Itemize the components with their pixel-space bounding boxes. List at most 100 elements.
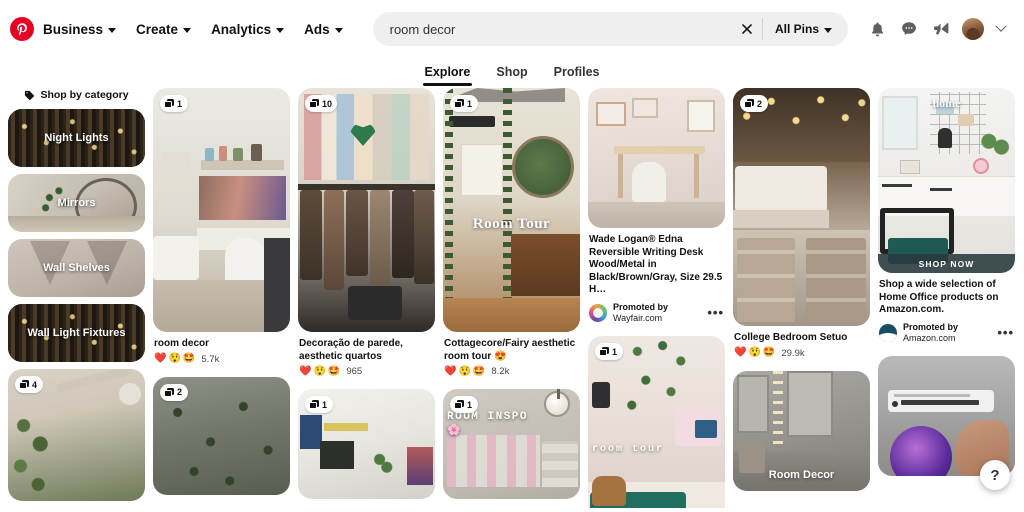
pin-card[interactable]: 2 College Bedroom Setuo ❤️ 😲 🤩 29.9k (733, 88, 870, 359)
advertiser-name: Amazon.com (903, 332, 956, 343)
reaction-emoji: 😲 (748, 347, 761, 358)
search-input[interactable] (372, 21, 732, 37)
pin-column-4: 1 Room Tour Cottagecore/Fairy aesthetic … (443, 88, 580, 508)
pin-title: room decor (154, 338, 210, 349)
pin-count-value: 1 (612, 346, 618, 357)
avatar[interactable] (958, 14, 988, 44)
pin-count-value: 2 (757, 98, 763, 109)
tab-explore[interactable]: Explore (422, 65, 473, 86)
pin-count-badge: 1 (305, 396, 333, 413)
help-button[interactable]: ? (980, 460, 1010, 490)
pin-card[interactable]: Room Decor (733, 370, 870, 491)
content-tabs: Explore Shop Profiles (0, 58, 1024, 88)
reaction-count: 29.9k (781, 347, 805, 359)
tab-profiles-label: Profiles (553, 65, 600, 79)
tab-shop[interactable]: Shop (496, 65, 527, 86)
all-pins-filter[interactable]: All Pins (763, 22, 842, 36)
pin-image[interactable]: 1 Room Tour (443, 88, 580, 332)
pin-count-badge: 10 (305, 95, 338, 112)
pin-image[interactable]: 1 (298, 389, 435, 499)
category-card-mirrors[interactable]: Mirrors (8, 174, 145, 232)
pin-overlay-text: room tour (592, 444, 665, 455)
pin-image[interactable]: home SHOP NOW (878, 88, 1015, 273)
pin-image[interactable]: 10 (298, 88, 435, 332)
chevron-down-icon (108, 27, 117, 33)
megaphone-icon[interactable] (926, 14, 956, 44)
promoted-pin-card-wayfair[interactable]: Wade Logan® Edna Reversible Writing Desk… (588, 88, 725, 324)
nav-item-ads-label: Ads (304, 21, 330, 37)
chat-icon[interactable] (894, 14, 924, 44)
pin-count-value: 1 (177, 98, 183, 109)
shop-by-category-column: Shop by category Night Lights Mirrors Wa… (8, 88, 145, 508)
pin-image[interactable]: 1 room tour (588, 336, 725, 508)
pin-image[interactable]: 1 (153, 88, 290, 332)
tab-explore-label: Explore (424, 65, 471, 79)
nav-item-analytics-label: Analytics (211, 21, 272, 37)
shop-now-button[interactable]: SHOP NOW (878, 254, 1015, 273)
pin-image[interactable]: 1 ROOM INSPO 🌸 (443, 389, 580, 499)
pin-more-options-icon[interactable]: ••• (993, 325, 1014, 340)
tab-profiles[interactable]: Profiles (554, 65, 600, 86)
category-label: Wall Light Fixtures (27, 327, 126, 339)
pin-count-badge: 1 (450, 396, 478, 413)
user-avatar-image (962, 18, 984, 40)
chevron-down-icon (824, 27, 832, 33)
pin-more-options-icon[interactable]: ••• (703, 305, 724, 320)
pin-card[interactable]: 1 Room Tour Cottagecore/Fairy aesthetic … (443, 88, 580, 377)
pin-card[interactable]: 2 (153, 376, 290, 495)
pin-image[interactable]: 4 (8, 369, 145, 501)
promoted-by-text: Promoted by Amazon.com (903, 322, 993, 345)
reaction-emoji: 😲 (458, 365, 471, 377)
top-navigation-bar: Business Create Analytics Ads All Pins (0, 0, 1024, 58)
promoted-by-row: Promoted by Wayfair.com ••• (589, 302, 724, 325)
reaction-emoji: 🤩 (472, 365, 486, 377)
nav-item-business[interactable]: Business (41, 16, 126, 43)
pin-image[interactable] (588, 88, 725, 228)
pin-image[interactable]: 2 (153, 376, 290, 495)
search-clear-icon[interactable] (732, 14, 762, 44)
nav-item-create[interactable]: Create (126, 16, 201, 43)
pin-card[interactable]: 4 (8, 369, 145, 501)
promoted-pin-card-amazon[interactable]: home SHOP NOW Shop a wide selection of H… (878, 88, 1015, 344)
pin-card[interactable]: 10 Decoração de parede, aesthetic quarto… (298, 88, 435, 377)
pin-column-7: home SHOP NOW Shop a wide selection of H… (878, 88, 1015, 488)
bell-icon[interactable] (862, 14, 892, 44)
nav-item-analytics[interactable]: Analytics (201, 16, 294, 43)
pin-count-value: 1 (467, 399, 473, 410)
stack-icon (599, 347, 609, 356)
pin-card[interactable]: 1 (298, 389, 435, 499)
account-chevron-down-icon[interactable] (990, 14, 1012, 44)
reaction-count: 5.7k (201, 353, 220, 365)
pin-column-5: Wade Logan® Edna Reversible Writing Desk… (588, 88, 725, 508)
pin-count-badge: 1 (595, 343, 623, 360)
pin-image[interactable]: Room Decor (733, 370, 870, 491)
promoted-by-text: Promoted by Wayfair.com (613, 302, 703, 325)
pin-count-badge: 1 (450, 95, 478, 112)
pinterest-logo-icon[interactable] (10, 17, 34, 41)
chevron-down-glyph (995, 20, 1007, 32)
pin-card[interactable]: 1 room tour (588, 336, 725, 508)
nav-item-business-label: Business (43, 21, 104, 37)
pin-card[interactable]: 1 ROOM INSPO 🌸 (443, 389, 580, 499)
reaction-emoji: ❤️ (154, 353, 167, 364)
reaction-emoji: 😲 (168, 353, 181, 364)
pin-image[interactable]: 2 (733, 88, 870, 326)
pin-title: Cottagecore/Fairy aesthetic room tour 😍 (444, 338, 576, 362)
tag-icon (25, 90, 35, 100)
all-pins-label: All Pins (774, 22, 819, 36)
category-card-wall-light-fixtures[interactable]: Wall Light Fixtures (8, 304, 145, 362)
category-card-night-lights[interactable]: Night Lights (8, 109, 145, 167)
pin-card[interactable]: 1 room decor ❤️ 😲 🤩 5.7k (153, 88, 290, 365)
promoted-pin-title: Wade Logan® Edna Reversible Writing Desk… (589, 234, 723, 295)
nav-item-ads[interactable]: Ads (294, 16, 353, 43)
advertiser-logo-wayfair (589, 303, 607, 322)
category-label: Mirrors (57, 197, 96, 209)
pin-column-6: 2 College Bedroom Setuo ❤️ 😲 🤩 29.9k Roo… (733, 88, 870, 503)
search-bar[interactable]: All Pins (372, 12, 848, 46)
pin-overlay-text: ROOM INSPO 🌸 (447, 411, 529, 437)
pin-reactions: ❤️ 😲 🤩 29.9k (734, 348, 869, 359)
pin-image[interactable] (878, 356, 1015, 476)
category-card-wall-shelves[interactable]: Wall Shelves (8, 239, 145, 297)
reaction-emoji: ❤️ (444, 365, 457, 377)
pin-card[interactable] (878, 356, 1015, 476)
